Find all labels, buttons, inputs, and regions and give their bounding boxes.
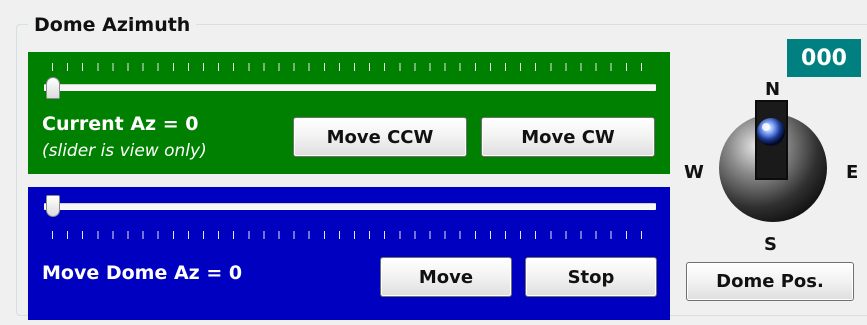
compass-south-label: S xyxy=(764,234,777,255)
move-cw-button[interactable]: Move CW xyxy=(481,117,655,157)
move-slider-ticks xyxy=(52,231,656,239)
move-ccw-button[interactable]: Move CCW xyxy=(293,117,467,157)
stop-button[interactable]: Stop xyxy=(525,257,657,297)
current-slider-ticks xyxy=(52,63,656,71)
dome-pos-button[interactable]: Dome Pos. xyxy=(686,262,854,301)
azimuth-readout: 000 xyxy=(787,39,861,77)
dome-globe-icon xyxy=(719,100,827,222)
compass-east-label: E xyxy=(846,162,859,183)
current-az-slider[interactable] xyxy=(44,84,656,91)
move-dome-az-panel: Move Dome Az = 0 Move Stop xyxy=(28,187,670,320)
move-button[interactable]: Move xyxy=(380,257,512,297)
current-az-panel: Current Az = 0 (slider is view only) Mov… xyxy=(28,52,670,174)
move-dome-az-slider[interactable] xyxy=(44,203,656,210)
group-title: Dome Azimuth xyxy=(28,14,197,36)
move-dome-az-slider-thumb[interactable] xyxy=(46,195,60,217)
current-az-slider-thumb[interactable] xyxy=(46,77,60,99)
compass-west-label: W xyxy=(684,162,704,183)
current-az-label: Current Az = 0 xyxy=(42,113,199,135)
slider-view-only-note: (slider is view only) xyxy=(42,141,207,161)
move-dome-az-label: Move Dome Az = 0 xyxy=(42,262,243,284)
